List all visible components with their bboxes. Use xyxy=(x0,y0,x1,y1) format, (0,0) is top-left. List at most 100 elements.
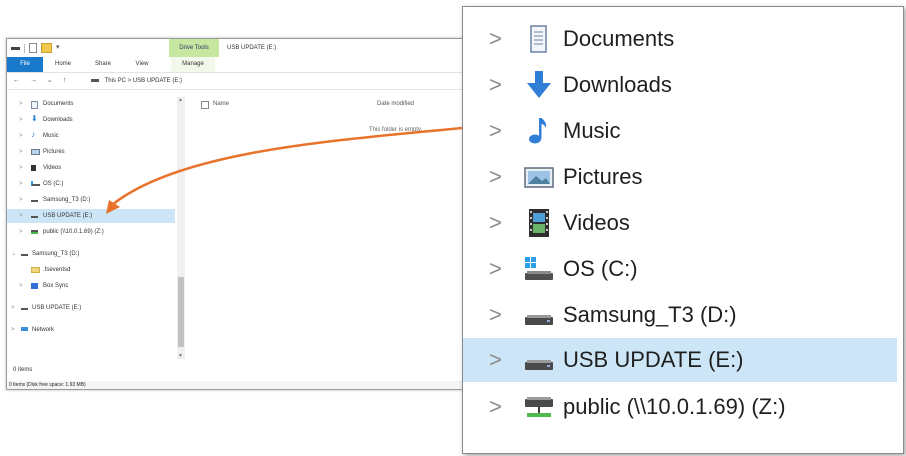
file-list: Name Date modified This folder is empty. xyxy=(189,97,465,357)
zoom-item-samsung-t3[interactable]: > Samsung_T3 (D:) xyxy=(463,293,897,337)
navigation-pane: > Documents > ⬇ Downloads > ♪ Music > Pi… xyxy=(7,97,175,355)
chevron-right-icon[interactable]: > xyxy=(489,395,502,419)
address-bar-row: ← → ⌄ ↑ This PC > USB UPDATE (E:) xyxy=(7,73,465,90)
zoom-item-pictures[interactable]: > Pictures xyxy=(463,155,897,199)
breadcrumb-drive[interactable]: USB UPDATE (E:) xyxy=(133,78,182,84)
nav-item-label: Music xyxy=(43,133,59,139)
chevron-right-icon[interactable]: > xyxy=(19,177,23,191)
nav-item-label: Samsung_T3 (D:) xyxy=(32,251,80,257)
nav-item-documents[interactable]: > Documents xyxy=(7,97,175,111)
zoom-item-public-network-drive[interactable]: > public (\\10.0.1.69) (Z:) xyxy=(463,385,897,429)
chevron-right-icon[interactable]: > xyxy=(489,257,502,281)
zoom-item-documents[interactable]: > Documents xyxy=(463,17,897,61)
select-all-checkbox[interactable] xyxy=(201,101,209,109)
nav-item-label: Pictures xyxy=(43,149,65,155)
tab-home[interactable]: Home xyxy=(51,57,75,72)
chevron-right-icon[interactable]: > xyxy=(11,323,15,337)
nav-item-public-network-drive[interactable]: > public (\\10.0.1.69) (Z:) xyxy=(7,225,175,239)
nav-item-downloads[interactable]: > ⬇ Downloads xyxy=(7,113,175,127)
chevron-right-icon[interactable]: > xyxy=(489,211,502,235)
quick-access-toolbar: ▾ xyxy=(11,43,60,53)
tab-file[interactable]: File xyxy=(7,57,43,72)
minimize-icon[interactable] xyxy=(11,47,20,52)
chevron-right-icon[interactable]: > xyxy=(19,279,23,293)
network-drive-icon xyxy=(523,393,555,421)
drive-icon xyxy=(21,254,28,256)
zoom-item-label: Downloads xyxy=(563,72,672,97)
zoom-item-label: Pictures xyxy=(563,164,643,189)
zoom-item-usb-update[interactable]: > USB UPDATE (E:) xyxy=(463,338,897,382)
zoom-item-downloads[interactable]: > Downloads xyxy=(463,63,897,107)
pictures-icon xyxy=(31,149,40,155)
zoom-item-label: USB UPDATE (E:) xyxy=(563,347,744,372)
chevron-right-icon[interactable]: > xyxy=(489,165,502,189)
context-tab-drive-tools[interactable]: Drive Tools xyxy=(169,39,219,57)
nav-item-fseventsd[interactable]: .fseventsd xyxy=(7,263,175,277)
network-drive-icon xyxy=(31,230,38,234)
zoom-item-os-drive[interactable]: > OS (C:) xyxy=(463,247,897,291)
nav-item-network[interactable]: > Network xyxy=(7,323,175,337)
nav-item-music[interactable]: > ♪ Music xyxy=(7,129,175,143)
chevron-right-icon[interactable]: > xyxy=(19,145,23,159)
zoom-item-label: OS (C:) xyxy=(563,256,638,281)
breadcrumb-separator: > xyxy=(127,78,132,84)
drive-icon xyxy=(31,216,38,218)
nav-item-label: Videos xyxy=(43,165,62,171)
chevron-right-icon[interactable]: > xyxy=(489,119,502,143)
chevron-right-icon[interactable]: > xyxy=(19,225,23,239)
zoom-item-music[interactable]: > Music xyxy=(463,109,897,153)
chevron-down-icon[interactable]: ⌄ xyxy=(11,247,16,261)
nav-item-label: Samsung_T3 (D:) xyxy=(43,197,91,203)
nav-item-usb-update-root[interactable]: > USB UPDATE (E:) xyxy=(7,301,175,315)
nav-item-label: .fseventsd xyxy=(43,267,71,273)
chevron-down-icon[interactable]: ▾ xyxy=(56,44,60,52)
nav-item-samsung-t3[interactable]: > Samsung_T3 (D:) xyxy=(7,193,175,207)
chevron-right-icon[interactable]: > xyxy=(19,129,23,143)
zoom-item-videos[interactable]: > Videos xyxy=(463,201,897,245)
chevron-right-icon[interactable]: > xyxy=(19,193,23,207)
chevron-right-icon[interactable]: > xyxy=(489,348,502,372)
column-header-date-modified[interactable]: Date modified xyxy=(377,97,414,111)
chevron-right-icon[interactable]: > xyxy=(489,73,502,97)
videos-icon xyxy=(31,165,36,171)
chevron-right-icon[interactable]: > xyxy=(11,301,15,315)
nav-item-label: Box Sync xyxy=(43,283,69,289)
status-text: 0 items (Disk free space: 1.93 MB) xyxy=(7,381,465,389)
column-header-name[interactable]: Name xyxy=(213,97,229,111)
nav-item-pictures[interactable]: > Pictures xyxy=(7,145,175,159)
nav-item-usb-update[interactable]: > USB UPDATE (E:) xyxy=(7,209,175,223)
nav-item-os-drive[interactable]: > OS (C:) xyxy=(7,177,175,191)
drive-icon xyxy=(31,200,38,202)
window-title: USB UPDATE (E:) xyxy=(227,45,277,51)
chevron-right-icon[interactable]: > xyxy=(489,303,502,327)
scrollbar-thumb[interactable] xyxy=(178,277,184,347)
breadcrumb[interactable]: This PC > USB UPDATE (E:) xyxy=(91,75,182,87)
chevron-right-icon[interactable]: > xyxy=(19,209,23,223)
nav-item-label: USB UPDATE (E:) xyxy=(32,305,82,311)
tab-share[interactable]: Share xyxy=(91,57,115,72)
tab-view[interactable]: View xyxy=(131,57,153,72)
chevron-right-icon[interactable]: > xyxy=(19,161,23,175)
tab-manage[interactable]: Manage xyxy=(171,57,215,72)
nav-item-label: public (\\10.0.1.69) (Z:) xyxy=(43,229,104,235)
chevron-right-icon[interactable]: > xyxy=(19,97,23,111)
nav-item-samsung-t3-root[interactable]: ⌄ Samsung_T3 (D:) xyxy=(7,247,175,261)
breadcrumb-this-pc[interactable]: This PC xyxy=(105,78,126,84)
music-icon xyxy=(523,117,555,145)
new-folder-icon[interactable] xyxy=(41,43,52,53)
chevron-right-icon[interactable]: > xyxy=(489,27,502,51)
nav-scrollbar[interactable]: ▲ ▼ xyxy=(177,97,185,359)
scroll-up-icon[interactable]: ▲ xyxy=(178,97,183,103)
chevron-right-icon[interactable]: > xyxy=(19,113,23,127)
os-drive-icon xyxy=(31,181,40,186)
nav-item-box-sync[interactable]: > Box Sync xyxy=(7,279,175,293)
drive-icon xyxy=(523,346,555,374)
nav-item-videos[interactable]: > Videos xyxy=(7,161,175,175)
navigation-buttons[interactable]: ← → ⌄ ↑ xyxy=(13,73,70,89)
properties-icon[interactable] xyxy=(29,43,37,53)
music-icon: ♪ xyxy=(31,130,35,139)
status-bar: 0 items 0 items (Disk free space: 1.93 M… xyxy=(7,359,465,389)
zoom-item-label: Music xyxy=(563,118,621,143)
zoom-item-label: Videos xyxy=(563,210,630,235)
explorer-window: ▾ Drive Tools USB UPDATE (E:) File Home … xyxy=(6,38,466,390)
